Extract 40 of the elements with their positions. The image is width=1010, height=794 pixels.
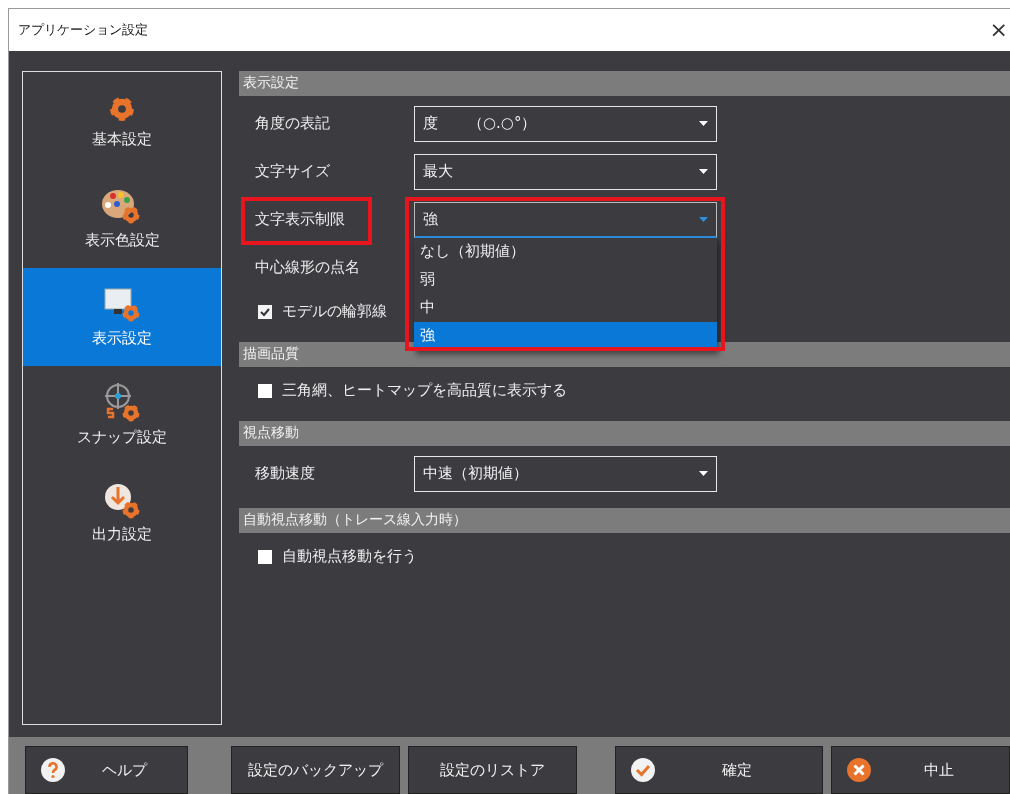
window-title: アプリケーション設定: [18, 20, 148, 39]
checkbox[interactable]: [258, 304, 272, 319]
section-header: 自動視点移動（トレース線入力時）: [239, 507, 1010, 533]
dropdown-option[interactable]: 弱: [414, 265, 717, 294]
dropdown-option[interactable]: なし（初期値）: [414, 237, 717, 266]
caret-icon: [699, 121, 708, 127]
help-icon: [40, 757, 66, 783]
checkbox-label: 自動視点移動を行う: [282, 547, 417, 567]
settings-button[interactable]: 設定のリストア: [407, 746, 577, 794]
settings-button[interactable]: 設定のバックアップ: [230, 746, 400, 794]
dropdown[interactable]: 最大: [414, 153, 717, 190]
checkbox-label: 三角網、ヒートマップを高品質に表示する: [282, 381, 567, 401]
cancel-button[interactable]: 中止: [831, 746, 1010, 794]
close-button[interactable]: ×: [987, 17, 1010, 43]
sidebar-item[interactable]: スナップ設定: [23, 365, 221, 464]
checkbox-label: モデルの輪郭線: [282, 302, 387, 322]
cancel-icon: [846, 757, 873, 783]
dropdown-option[interactable]: 強: [414, 321, 717, 350]
checkbox[interactable]: [258, 549, 272, 564]
caret-icon: [699, 169, 708, 175]
dropdown-option[interactable]: 中: [414, 293, 717, 322]
field-label: 移動速度: [255, 464, 315, 483]
field-label: 文字サイズ: [255, 162, 330, 181]
sidebar-item[interactable]: 出力設定: [23, 463, 221, 562]
caret-icon: [699, 471, 708, 477]
help-button[interactable]: ヘルプ: [25, 746, 188, 794]
dropdown[interactable]: 中速（初期値）: [414, 455, 717, 492]
checkbox[interactable]: [258, 383, 272, 398]
field-label: 中心線形の点名: [255, 258, 360, 277]
caret-icon: [699, 216, 708, 222]
sidebar-item[interactable]: 表示設定: [23, 267, 221, 366]
sidebar-item[interactable]: 表示色設定: [23, 169, 221, 268]
dropdown[interactable]: 度 （○.○°）: [414, 105, 717, 142]
section-header: 表示設定: [239, 70, 1010, 96]
sidebar-item[interactable]: 基本設定: [23, 71, 221, 170]
check-icon: [629, 757, 656, 783]
section-header: 視点移動: [239, 420, 1010, 446]
field-label: 文字表示制限: [255, 210, 345, 229]
field-label: 角度の表記: [255, 114, 330, 133]
confirm-button[interactable]: 確定: [614, 746, 824, 794]
